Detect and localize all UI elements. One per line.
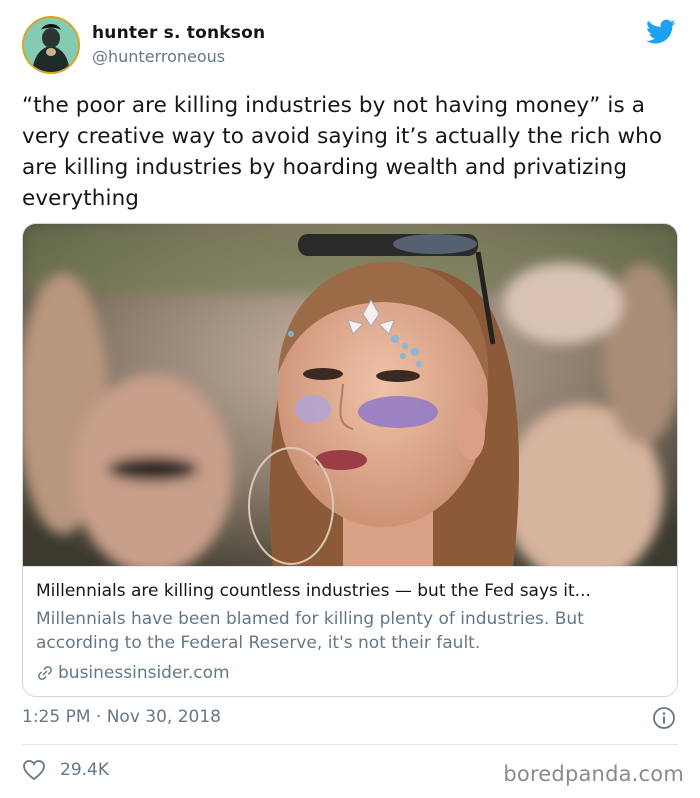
avatar[interactable]	[22, 16, 80, 74]
card-link[interactable]: businessinsider.com	[36, 663, 230, 683]
card-body[interactable]: Millennials are killing countless indust…	[23, 566, 677, 696]
watermark: boredpanda.com	[503, 762, 684, 786]
card-title[interactable]: Millennials are killing countless indust…	[36, 581, 591, 601]
divider	[22, 744, 678, 745]
tweet-header: hunter s. tonkson @hunterroneous	[22, 16, 678, 74]
card-domain[interactable]: businessinsider.com	[58, 663, 230, 683]
twitter-bird-icon[interactable]	[646, 19, 676, 45]
like-action[interactable]: 29.4K	[22, 759, 109, 781]
author-handle[interactable]: @hunterroneous	[92, 47, 225, 66]
info-icon[interactable]	[652, 706, 676, 730]
like-count: 29.4K	[60, 760, 109, 780]
tweet-text: “the poor are killing industries by not …	[22, 93, 663, 211]
heart-icon[interactable]	[22, 759, 46, 781]
tweet-timestamp[interactable]: 1:25 PM · Nov 30, 2018	[22, 707, 221, 727]
card-image[interactable]	[23, 224, 677, 566]
link-card[interactable]: Millennials are killing countless indust…	[22, 223, 678, 697]
link-icon	[38, 666, 52, 680]
author-display-name[interactable]: hunter s. tonkson	[92, 23, 265, 43]
card-description: Millennials have been blamed for killing…	[36, 609, 584, 653]
